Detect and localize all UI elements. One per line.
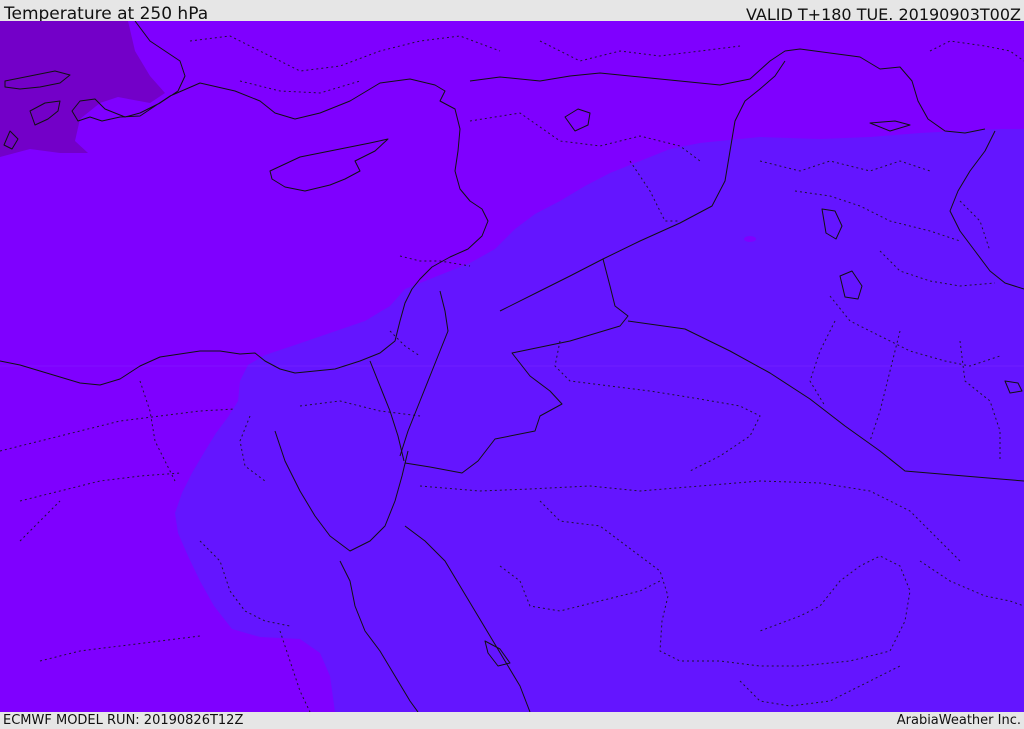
map-frame: Temperature at 250 hPa VALID T+180 TUE. … bbox=[0, 0, 1024, 729]
credit-label: ArabiaWeather Inc. bbox=[896, 713, 1021, 728]
warm-pocket bbox=[744, 236, 756, 242]
temperature-map bbox=[0, 21, 1024, 712]
footer-bar: ECMWF MODEL RUN: 20190826T12Z ArabiaWeat… bbox=[0, 712, 1024, 729]
header-bar: Temperature at 250 hPa VALID T+180 TUE. … bbox=[0, 0, 1024, 24]
model-run-label: ECMWF MODEL RUN: 20190826T12Z bbox=[3, 713, 244, 728]
map-canvas[interactable] bbox=[0, 21, 1024, 712]
